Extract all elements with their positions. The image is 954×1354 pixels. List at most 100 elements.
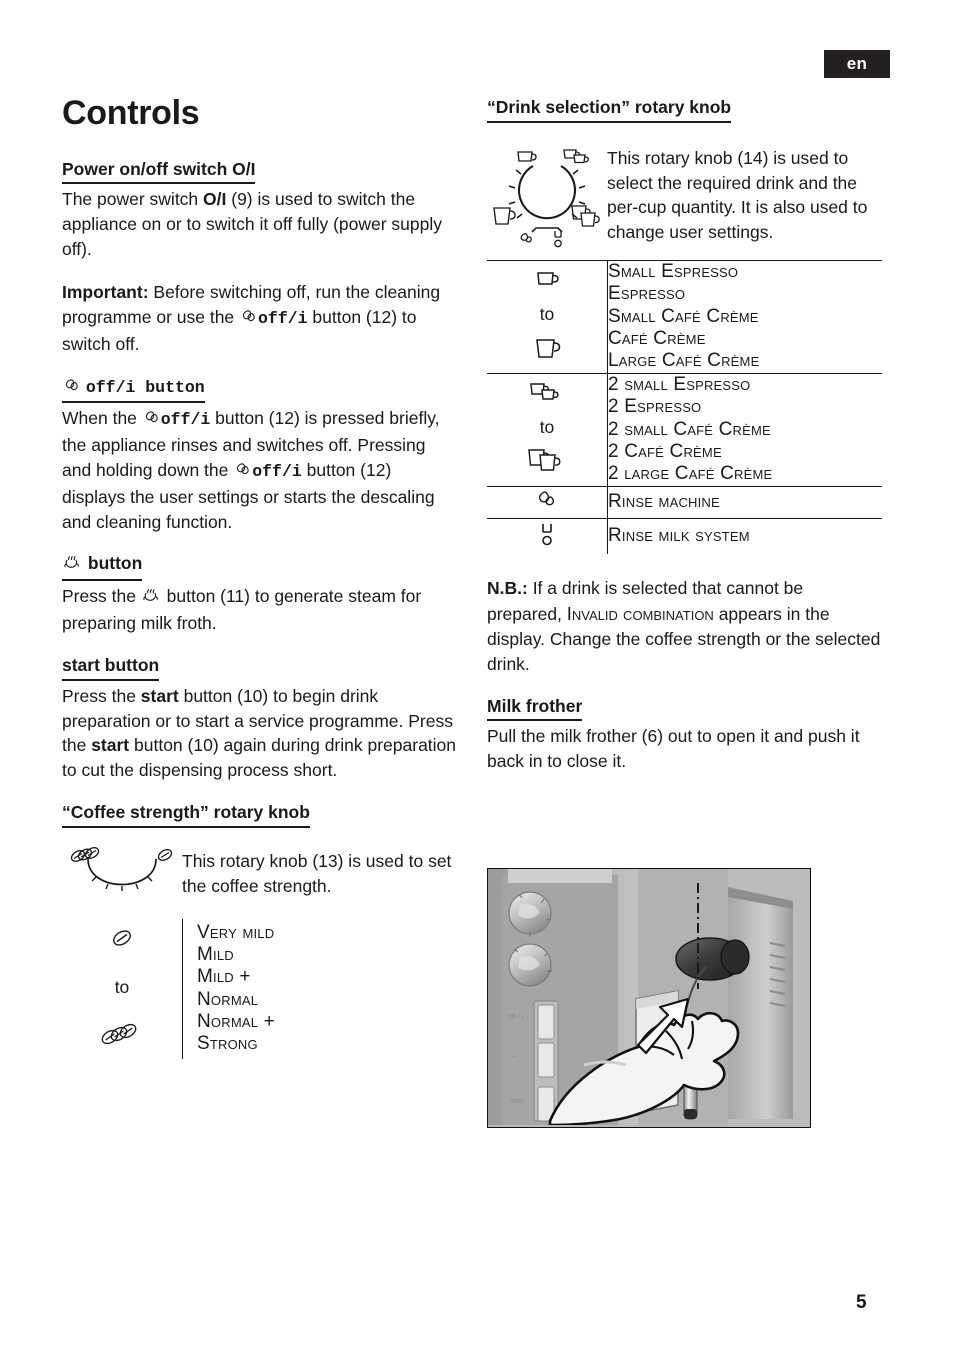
coffee-strength-range-symbols: to — [62, 919, 182, 1059]
section-milk-frother-heading: Milk frother — [487, 695, 583, 722]
drink-value: Espresso — [608, 283, 686, 305]
drink-value: Small Espresso — [608, 260, 739, 282]
steam-button-paragraph: Press the button (11) to generate steam … — [62, 584, 457, 636]
section-drink-selection-heading-wrap: “Drink selection” rotary knob — [487, 96, 882, 124]
section-drink-selection-heading: “Drink selection” rotary knob — [487, 96, 732, 123]
strength-value: Mild + — [197, 966, 251, 988]
standby-off-icon — [240, 307, 257, 332]
section-start-button-heading: start button — [62, 654, 160, 681]
power-switch-oi-bold: O/I — [203, 189, 227, 210]
start-button-paragraph: Press the start button (10) to begin dri… — [62, 684, 457, 783]
coffee-strength-range: to Very mild Mild Mild + Normal Normal +… — [62, 918, 457, 1059]
note-label: N.B.: — [487, 577, 528, 598]
standby-off-icon — [234, 460, 251, 485]
rinse-value: Rinse machine — [608, 491, 720, 513]
double-large-cup-icon — [524, 446, 570, 481]
drink-value: Small Café Crème — [608, 305, 759, 327]
language-badge-label: en — [846, 54, 868, 73]
power-switch-paragraph: The power switch O/I (9) is used to swit… — [62, 187, 457, 262]
standby-off-icon — [143, 408, 160, 433]
standby-off-icon — [63, 377, 80, 400]
drink-group-symbols: to — [487, 259, 608, 374]
triple-coffee-bean-icon — [99, 1020, 145, 1053]
table-row: Rinse milk system — [487, 517, 882, 554]
start-text-1: Press the — [62, 685, 141, 706]
rinse-value: Rinse milk system — [608, 525, 750, 547]
start-bold-1: start — [140, 685, 179, 706]
off-button-text-1: When the — [62, 408, 142, 429]
power-switch-important-paragraph: Important: Before switching off, run the… — [62, 280, 457, 357]
coffee-strength-values: Very mild Mild Mild + Normal Normal + St… — [182, 918, 457, 1059]
strength-value: Mild — [197, 944, 234, 966]
off-i-bold-1: off/i — [258, 308, 308, 328]
off-i-bold-2: off/i — [160, 410, 211, 430]
section-steam-button-heading-wrap: button — [62, 552, 457, 582]
drink-group-to-label: to — [539, 304, 555, 325]
table-row: Rinse machine — [487, 485, 882, 519]
steam-button-heading-label: button — [87, 553, 143, 574]
drink-selection-knob-diagram — [487, 140, 607, 252]
svg-text:start: start — [510, 1098, 524, 1105]
off-button-paragraph: When the off/i button (12) is pressed br… — [62, 406, 457, 534]
strength-value: Very mild — [197, 921, 275, 943]
milk-frother-illustration: off / i ~ start — [487, 868, 811, 1128]
drink-selection-table: to Small Espresso Espresso Small Café Cr… — [487, 259, 882, 554]
language-badge: en — [824, 50, 890, 78]
note-paragraph: N.B.: If a drink is selected that cannot… — [487, 576, 882, 677]
rinse-machine-value-cell: Rinse machine — [607, 485, 882, 519]
milk-frother-paragraph: Pull the milk frother (6) out to open it… — [487, 726, 860, 772]
steam-icon — [63, 554, 82, 577]
svg-text:off / i: off / i — [508, 1014, 523, 1021]
water-drop-icon — [533, 491, 561, 517]
drink-value: 2 small Espresso — [608, 373, 751, 395]
section-power-switch-heading-wrap: Power on/off switch O/I — [62, 158, 457, 186]
coffee-strength-figure-row: This rotary knob (13) is used to set the… — [62, 843, 457, 913]
steam-icon — [142, 586, 161, 611]
milk-system-icon — [535, 523, 559, 553]
section-coffee-strength-heading: “Coffee strength” rotary knob — [62, 801, 310, 828]
right-column: “Drink selection” rotary knob This rotar… — [487, 96, 882, 774]
section-off-button-heading-wrap: off/i button — [62, 375, 457, 405]
power-switch-text-1: The power switch — [62, 189, 204, 210]
strength-value: Normal — [197, 988, 259, 1010]
drink-value: 2 Espresso — [608, 396, 702, 418]
strength-value: Strong — [197, 1033, 258, 1055]
drink-value: Large Café Crème — [608, 350, 760, 372]
drink-group-symbol-stack: to — [487, 261, 607, 373]
section-steam-button-heading: button — [62, 552, 143, 582]
drink-value: 2 small Café Crème — [608, 418, 771, 440]
drink-value: 2 large Café Crème — [608, 463, 773, 485]
coffee-strength-to-label: to — [114, 977, 130, 998]
drink-group-to-label: to — [539, 417, 555, 438]
drink-selection-figure-row: This rotary knob (14) is used to select … — [487, 140, 882, 252]
page-number: 5 — [856, 1292, 867, 1313]
strength-value: Normal + — [197, 1011, 275, 1033]
page-title: Controls — [62, 94, 200, 132]
display-message: Invalid combination — [566, 602, 714, 624]
off-button-heading-label: off/i button — [85, 377, 205, 397]
rinse-milk-symbol — [487, 517, 608, 554]
drink-value: 2 Café Crème — [608, 440, 722, 462]
steam-text-1: Press the — [62, 586, 141, 607]
drink-group-values: 2 small Espresso 2 Espresso 2 small Café… — [607, 372, 882, 487]
drink-group-values: Small Espresso Espresso Small Café Crème… — [607, 259, 882, 374]
coffee-strength-description: This rotary knob (13) is used to set the… — [182, 850, 452, 896]
svg-text:~: ~ — [512, 1054, 516, 1061]
rinse-milk-value-cell: Rinse milk system — [607, 517, 882, 554]
single-coffee-bean-icon — [107, 925, 137, 956]
start-bold-2: start — [91, 735, 130, 756]
drink-value: Café Crème — [608, 327, 706, 349]
section-off-button-heading: off/i button — [62, 375, 205, 404]
drink-group-symbols: to — [487, 372, 608, 487]
drink-group-symbol-stack: to — [487, 374, 607, 486]
off-i-bold-3: off/i — [252, 461, 302, 481]
table-row: to Small Espresso Espresso Small Café Cr… — [487, 259, 882, 374]
section-milk-frother-heading-wrap: Milk frother — [487, 695, 882, 723]
double-small-cup-icon — [525, 379, 569, 410]
section-start-button-heading-wrap: start button — [62, 654, 457, 682]
left-column: Controls Power on/off switch O/I The pow… — [62, 94, 457, 1059]
section-power-switch-heading: Power on/off switch O/I — [62, 158, 256, 185]
coffee-strength-knob-diagram — [62, 843, 182, 913]
rinse-machine-symbol — [487, 485, 608, 519]
section-coffee-strength-heading-wrap: “Coffee strength” rotary knob — [62, 801, 457, 829]
